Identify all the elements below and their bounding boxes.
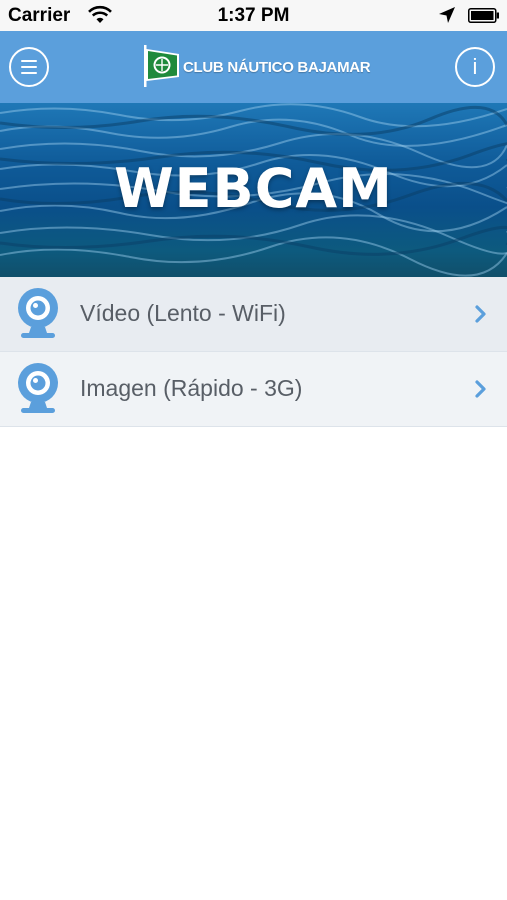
list-item-video[interactable]: Vídeo (Lento - WiFi) [0,277,507,352]
hero-title: WEBCAM [114,157,393,220]
list-item-label: Vídeo (Lento - WiFi) [80,300,286,326]
battery-icon [468,8,499,23]
list-item-image[interactable]: Imagen (Rápido - 3G) [0,352,507,427]
webcam-icon [18,288,58,338]
nav-bar: CLUB NÁUTICO BAJAMAR i [0,31,507,103]
status-bar: Carrier 1:37 PM [0,0,507,31]
info-button[interactable]: i [455,47,495,87]
webcam-icon [18,363,58,413]
brand-title: CLUB NÁUTICO BAJAMAR [183,59,371,76]
status-time: 1:37 PM [217,5,290,26]
chevron-right-icon [475,380,486,398]
hero-banner: WEBCAM [0,103,507,277]
club-logo-icon [144,45,179,87]
location-icon [439,7,455,23]
info-icon: i [472,54,478,79]
menu-button[interactable] [9,47,49,87]
list-item-label: Imagen (Rápido - 3G) [80,375,303,401]
app-screen: Carrier 1:37 PM CLUB NÁUTICO BAJAMAR i W… [0,0,507,900]
webcam-options-list: Vídeo (Lento - WiFi) Imagen (Rápido - 3G… [0,277,507,427]
chevron-right-icon [475,305,486,323]
